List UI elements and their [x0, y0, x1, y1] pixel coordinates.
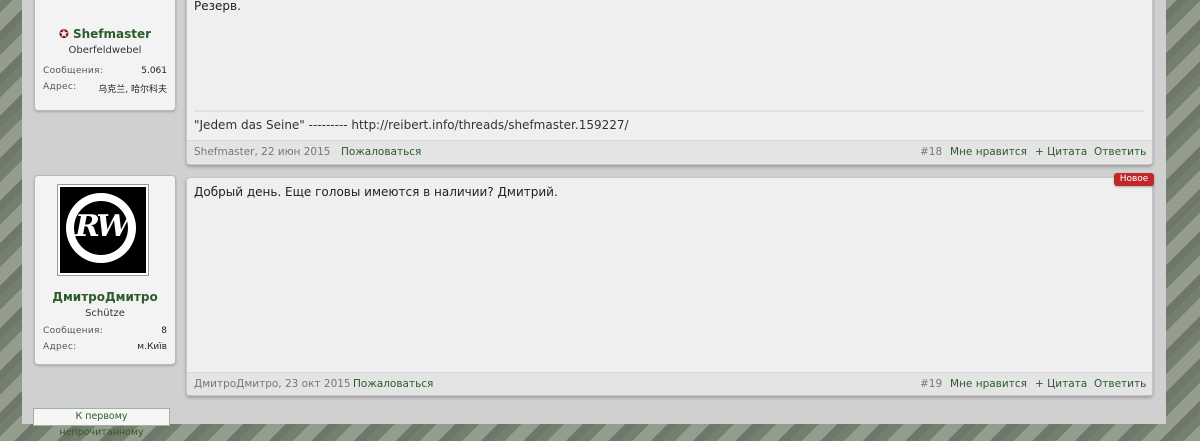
- user-title: Schütze: [85, 308, 125, 319]
- first-unread-button[interactable]: К первому непрочитанному: [33, 408, 170, 438]
- address-value: 乌克兰, 哈尔科夫: [98, 85, 167, 95]
- post-number-link[interactable]: #18: [920, 146, 942, 158]
- message-meta-bar: ДмитроДмитро, 23 окт 2015 Пожаловаться #…: [187, 372, 1152, 395]
- user-info-panel: RW ДмитроДмитро Schütze Сообщения: 8 Адр…: [34, 175, 176, 365]
- like-button[interactable]: Мне нравится: [950, 378, 1027, 390]
- like-button[interactable]: Мне нравится: [950, 146, 1027, 158]
- reply-button[interactable]: Ответить: [1094, 378, 1146, 390]
- post-19: RW ДмитроДмитро Schütze Сообщения: 8 Адр…: [22, 173, 1166, 398]
- signature-divider: [194, 110, 1144, 112]
- messages-count-row: Сообщения: 5.061: [43, 66, 167, 80]
- address-label: Адрес:: [43, 82, 77, 92]
- user-title: Oberfeldwebel: [68, 45, 142, 56]
- quote-button[interactable]: + Цитата: [1035, 146, 1087, 158]
- user-info-panel: ✪ Shefmaster Oberfeldwebel Сообщения: 5.0…: [34, 0, 176, 111]
- username[interactable]: ✪ Shefmaster: [35, 27, 175, 41]
- address-label: Адрес:: [43, 342, 77, 352]
- username[interactable]: ДмитроДмитро: [35, 290, 175, 304]
- rw-logo-avatar: RW: [60, 187, 146, 273]
- post-18: ✪ Shefmaster Oberfeldwebel Сообщения: 5.0…: [22, 0, 1166, 166]
- report-link[interactable]: Пожаловаться: [341, 146, 421, 158]
- author-date-link[interactable]: Shefmaster, 22 июн 2015: [194, 146, 330, 158]
- report-link[interactable]: Пожаловаться: [353, 378, 433, 390]
- messages-label: Сообщения:: [43, 66, 104, 76]
- star-icon: ✪: [58, 27, 69, 41]
- post-number-link[interactable]: #19: [920, 378, 942, 390]
- new-badge: Новое: [1114, 173, 1154, 186]
- message-text: Добрый день. Еще головы имеются в наличи…: [194, 185, 558, 199]
- address-row: Адрес: 乌克兰, 哈尔科夫: [43, 82, 167, 96]
- username-text[interactable]: Shefmaster: [73, 27, 151, 41]
- message-content: Резерв. "Jedem das Seine" --------- http…: [186, 0, 1153, 165]
- address-value: м.Київ: [137, 342, 167, 352]
- signature-text: "Jedem das Seine" --------- http://reibe…: [194, 118, 629, 132]
- message-text: Резерв.: [194, 0, 241, 13]
- quote-button[interactable]: + Цитата: [1035, 378, 1087, 390]
- reply-button[interactable]: Ответить: [1094, 146, 1146, 158]
- messages-count-row: Сообщения: 8: [43, 326, 167, 340]
- author-date-link[interactable]: ДмитроДмитро, 23 окт 2015: [194, 378, 351, 390]
- message-content: Добрый день. Еще головы имеются в наличи…: [186, 177, 1153, 396]
- avatar[interactable]: RW: [57, 184, 149, 276]
- avatar-logo-text: RW: [75, 209, 130, 244]
- address-row: Адрес: м.Київ: [43, 342, 167, 356]
- messages-value[interactable]: 8: [161, 326, 167, 336]
- messages-value[interactable]: 5.061: [141, 66, 167, 76]
- message-meta-bar: Shefmaster, 22 июн 2015 Пожаловаться #18…: [187, 140, 1152, 163]
- messages-label: Сообщения:: [43, 326, 104, 336]
